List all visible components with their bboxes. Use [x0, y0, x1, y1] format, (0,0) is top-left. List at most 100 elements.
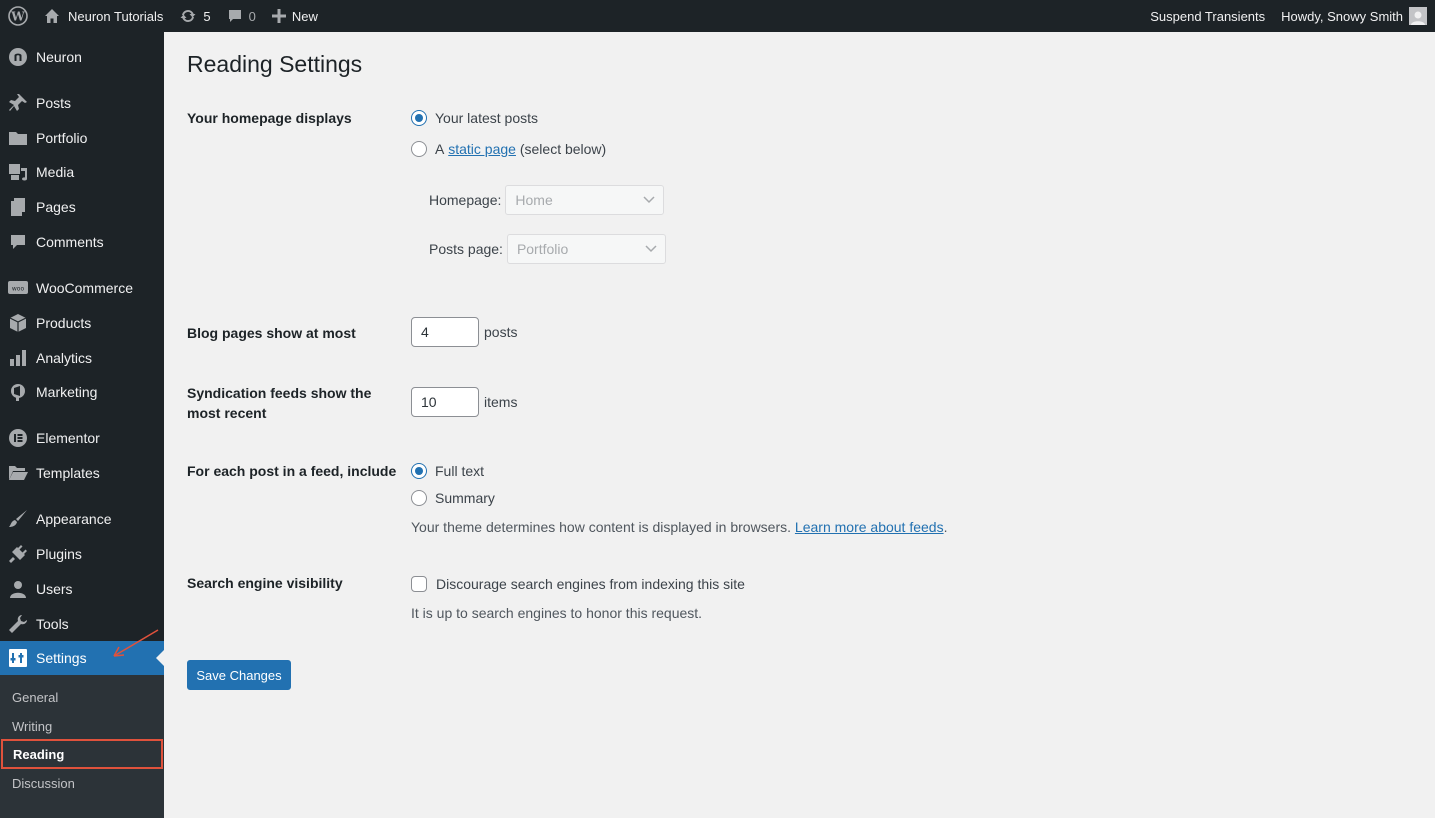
comment-bubble-icon	[228, 10, 241, 22]
option-latest-posts[interactable]: Your latest posts	[411, 108, 538, 128]
sidebar-item-pages[interactable]: Pages	[0, 190, 164, 224]
save-changes-button[interactable]: Save Changes	[187, 660, 291, 690]
discourage-search-checkbox[interactable]	[411, 576, 427, 592]
new-label: New	[291, 8, 318, 24]
latest-posts-radio[interactable]	[411, 110, 427, 126]
woo-icon: woo	[0, 280, 36, 296]
sidebar-item-label: Settings	[36, 650, 87, 666]
sidebar-item-label: Neuron	[36, 49, 82, 65]
updates-count: 5	[203, 8, 211, 24]
folder-open-icon	[0, 464, 36, 482]
feed-desc-text: Your theme determines how content is dis…	[411, 519, 792, 535]
posts-page-select-value: Portfolio	[516, 241, 569, 257]
chevron-down-icon	[645, 245, 657, 253]
sidebar-item-portfolio[interactable]: Portfolio	[0, 121, 164, 155]
avatar-silhouette-icon	[1411, 11, 1425, 25]
syndication-unit: items	[484, 394, 518, 410]
comment-icon	[0, 233, 36, 251]
sidebar-item-label: Marketing	[36, 384, 98, 400]
static-suffix: (select below)	[519, 141, 607, 157]
sidebar-item-woocommerce[interactable]: woo WooCommerce	[0, 271, 164, 305]
svg-text:woo: woo	[12, 286, 25, 293]
sidebar-item-marketing[interactable]: Marketing	[0, 375, 164, 409]
option-summary[interactable]: Summary	[411, 488, 495, 508]
sidebar-item-products[interactable]: Products	[0, 306, 164, 340]
homepage-select[interactable]: Home	[505, 185, 665, 215]
pages-icon	[0, 197, 36, 217]
site-name: Neuron Tutorials	[68, 8, 164, 24]
homepage-displays-label: Your homepage displays	[187, 110, 352, 126]
posts-page-select-label: Posts page:	[429, 241, 503, 257]
page-title: Reading Settings	[187, 51, 363, 77]
sidebar-item-users[interactable]: Users	[0, 572, 164, 606]
site-name-link[interactable]: Neuron Tutorials	[36, 0, 171, 32]
option-static-page[interactable]: A static page (select below)	[411, 139, 606, 159]
search-visibility-desc: It is up to search engines to honor this…	[411, 605, 703, 621]
admin-bar: W Neuron Tutorials 5 0 New Suspend Trans…	[0, 0, 1435, 32]
static-page-link[interactable]: static page	[448, 141, 516, 157]
comments-link[interactable]: 0	[219, 0, 264, 32]
settings-icon	[0, 649, 36, 667]
svg-text:W: W	[10, 10, 25, 24]
submenu-item-reading[interactable]: Reading	[1, 739, 163, 769]
homepage-select-row: Homepage: Home	[429, 185, 665, 215]
latest-posts-label: Your latest posts	[435, 110, 538, 126]
sidebar-item-elementor[interactable]: Elementor	[0, 421, 164, 455]
update-icon	[180, 9, 196, 23]
homepage-select-value: Home	[515, 192, 553, 208]
sidebar-item-label: Appearance	[36, 511, 112, 527]
sidebar-item-media[interactable]: Media	[0, 155, 164, 189]
sidebar-item-label: WooCommerce	[36, 280, 133, 296]
search-visibility-option[interactable]: Discourage search engines from indexing …	[411, 574, 745, 594]
bar-chart-icon	[0, 349, 36, 367]
suspend-transients-link[interactable]: Suspend Transients	[1142, 0, 1273, 32]
sidebar-item-analytics[interactable]: Analytics	[0, 341, 164, 375]
feed-include-label: For each post in a feed, include	[187, 463, 397, 479]
sidebar-item-label: Comments	[36, 234, 104, 250]
option-full-text[interactable]: Full text	[411, 461, 484, 481]
sidebar-item-label: Plugins	[36, 546, 82, 562]
brush-icon	[0, 509, 36, 529]
sidebar-item-posts[interactable]: Posts	[0, 86, 164, 120]
posts-page-select[interactable]: Portfolio	[506, 234, 666, 264]
static-page-radio[interactable]	[411, 141, 427, 157]
sidebar-item-comments[interactable]: Comments	[0, 225, 164, 259]
sidebar-item-label: Templates	[36, 465, 100, 481]
syndication-input[interactable]: 10	[411, 387, 479, 417]
folder-icon	[0, 129, 36, 147]
annotation-arrow-icon	[113, 629, 159, 657]
learn-more-feeds-link[interactable]: Learn more about feeds	[795, 519, 944, 535]
chevron-down-icon	[643, 196, 655, 204]
my-account-link[interactable]: Howdy, Snowy Smith	[1273, 0, 1435, 32]
blog-pages-input[interactable]: 4	[411, 317, 479, 347]
sidebar-item-label: Tools	[36, 616, 69, 632]
plug-icon	[0, 544, 36, 564]
sidebar-item-templates[interactable]: Templates	[0, 456, 164, 490]
discourage-search-label: Discourage search engines from indexing …	[436, 576, 745, 592]
sidebar-item-neuron[interactable]: Neuron	[0, 40, 164, 74]
sidebar-item-label: Media	[36, 164, 75, 180]
sidebar-item-label: Products	[36, 315, 92, 331]
posts-page-select-row: Posts page: Portfolio	[429, 234, 666, 264]
syndication-label: Syndication feeds show the most recent	[187, 385, 372, 421]
admin-sidebar: Neuron Posts Portfolio Media Pages Comme…	[0, 32, 164, 818]
home-icon	[45, 9, 59, 23]
submenu-item-general[interactable]: General	[0, 683, 164, 711]
new-content-link[interactable]: New	[264, 0, 326, 32]
updates-link[interactable]: 5	[171, 0, 218, 32]
blog-pages-row: 4 posts	[411, 317, 517, 347]
sidebar-item-plugins[interactable]: Plugins	[0, 537, 164, 571]
submenu-item-discussion[interactable]: Discussion	[0, 769, 164, 797]
sidebar-item-label: Users	[36, 581, 73, 597]
summary-radio[interactable]	[411, 490, 427, 506]
user-icon	[0, 579, 36, 599]
full-text-radio[interactable]	[411, 463, 427, 479]
sidebar-item-label: Portfolio	[36, 130, 88, 146]
feed-description: Your theme determines how content is dis…	[411, 519, 947, 535]
media-icon	[0, 162, 36, 182]
submenu-item-writing[interactable]: Writing	[0, 712, 164, 740]
wordpress-logo-icon[interactable]: W	[0, 0, 36, 32]
sidebar-item-label: Posts	[36, 95, 72, 111]
full-text-label: Full text	[435, 463, 485, 479]
sidebar-item-appearance[interactable]: Appearance	[0, 502, 164, 536]
